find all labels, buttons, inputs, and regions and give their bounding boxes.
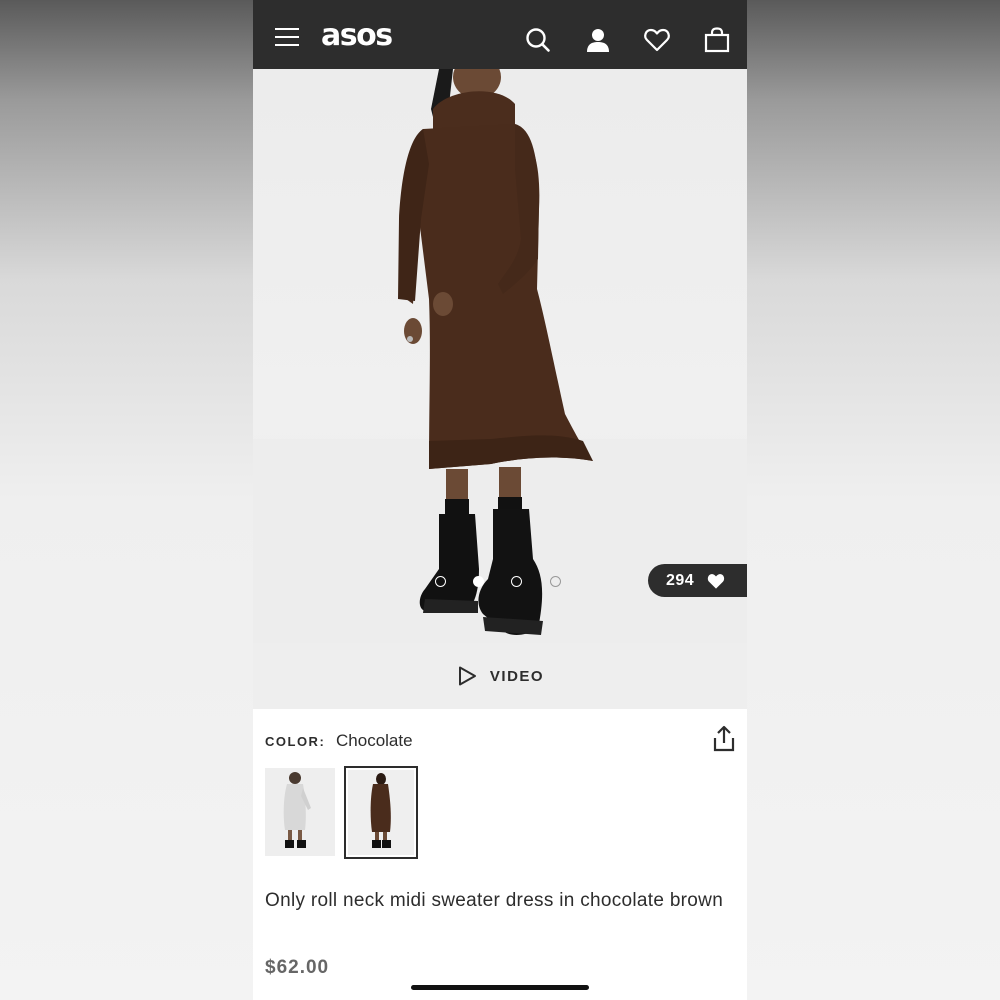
- product-image[interactable]: 294: [253, 69, 747, 643]
- video-label: VIDEO: [489, 667, 545, 685]
- share-icon[interactable]: [711, 725, 737, 753]
- like-count: 294: [666, 571, 695, 589]
- product-title: Only roll neck midi sweater dress in cho…: [265, 890, 724, 911]
- color-swatch-grey[interactable]: [265, 768, 335, 856]
- gallery-dot-4[interactable]: [550, 576, 561, 587]
- save-count-badge[interactable]: 294: [648, 564, 747, 597]
- bag-icon[interactable]: [703, 26, 731, 54]
- app-header: asos: [253, 0, 747, 69]
- gallery-dot-2[interactable]: [473, 576, 484, 587]
- model-photo: [253, 69, 747, 643]
- phone-screen: asos 294 VIDEO COLOR: Chocolate Only rol…: [253, 0, 747, 1000]
- color-row: COLOR: Chocolate: [265, 731, 413, 751]
- video-button[interactable]: VIDEO: [253, 643, 747, 709]
- color-value: Chocolate: [336, 731, 413, 750]
- play-icon: [458, 666, 476, 686]
- product-price: $62.00: [265, 957, 330, 978]
- asos-logo[interactable]: asos: [321, 18, 393, 53]
- color-swatch-chocolate[interactable]: [344, 766, 418, 859]
- filled-heart-icon: [708, 573, 725, 589]
- menu-icon[interactable]: [275, 28, 299, 48]
- color-label: COLOR:: [265, 734, 326, 749]
- home-indicator[interactable]: [411, 985, 589, 990]
- product-info: COLOR: Chocolate Only roll neck midi swe…: [253, 709, 747, 1000]
- search-icon[interactable]: [524, 26, 552, 54]
- swatch-grey-image: [265, 768, 335, 856]
- account-icon[interactable]: [584, 26, 612, 54]
- gallery-dot-3[interactable]: [511, 576, 522, 587]
- heart-icon[interactable]: [643, 26, 671, 54]
- gallery-dot-1[interactable]: [435, 576, 446, 587]
- swatch-chocolate-image: [348, 770, 414, 855]
